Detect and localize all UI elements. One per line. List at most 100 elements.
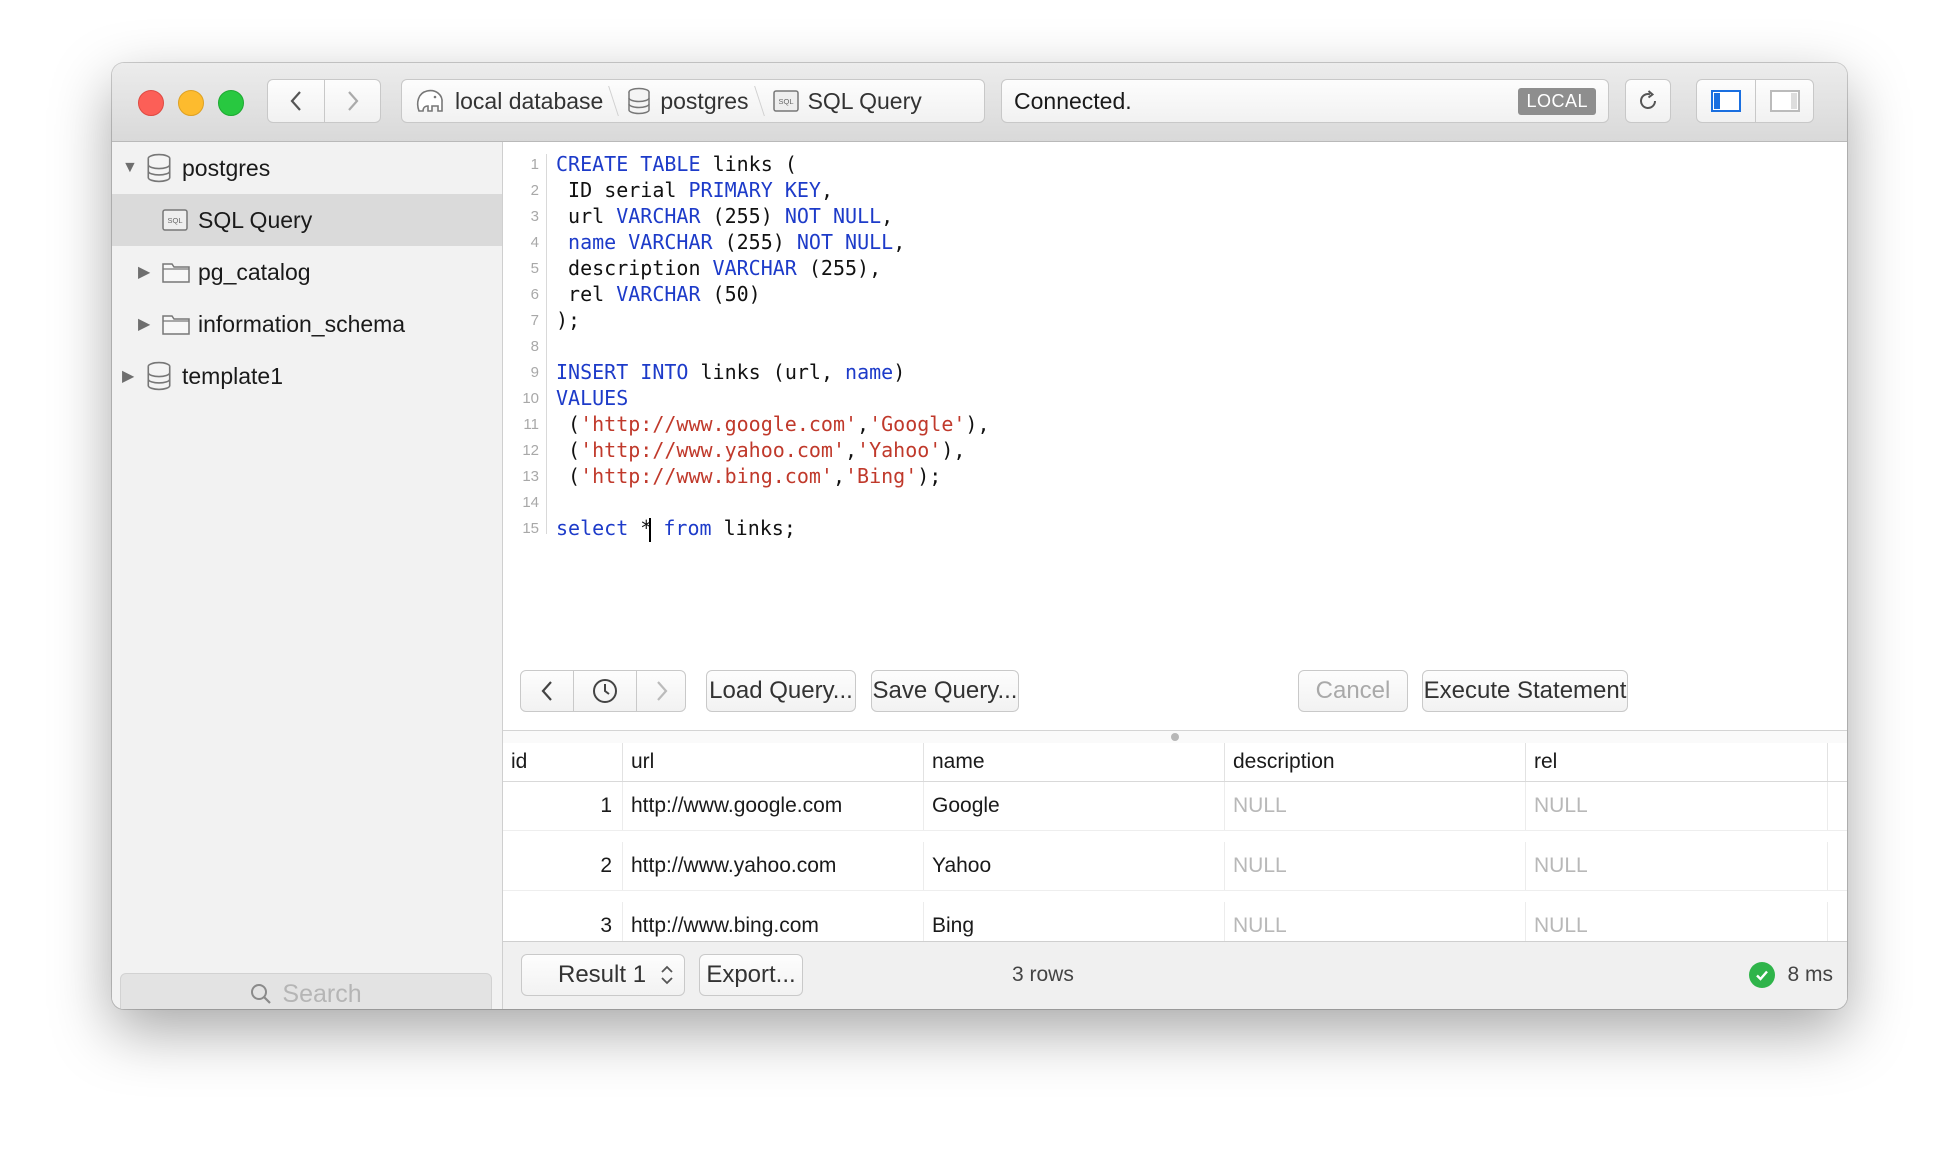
sidebar-item-pg-catalog[interactable]: ▶ pg_catalog [112, 246, 502, 298]
cell-description[interactable]: NULL [1225, 842, 1526, 890]
save-query-label: Save Query... [872, 677, 1018, 704]
back-button[interactable] [268, 80, 325, 122]
code-text: ('http://www.google.com','Google'), [556, 412, 990, 436]
code-text: select * from links; [556, 516, 796, 542]
line-number: 5 [530, 260, 539, 277]
title-bar: local database postgres SQL SQL Query Co… [112, 63, 1847, 142]
chevron-right-icon [348, 91, 359, 111]
export-button[interactable]: Export... [699, 954, 803, 996]
cell-id[interactable]: 2 [503, 842, 623, 890]
search-field[interactable]: Search [120, 973, 492, 1009]
sidebar-item-label: postgres [182, 154, 271, 181]
code-line[interactable]: 2 ID serial PRIMARY KEY, [503, 178, 1403, 204]
sidebar-item-information-schema[interactable]: ▶ information_schema [112, 298, 502, 350]
code-line[interactable]: 14 [503, 490, 1403, 516]
execution-time: 8 ms [1787, 963, 1833, 986]
database-icon [147, 153, 171, 183]
history-forward-button[interactable] [637, 671, 687, 711]
column-header-description[interactable]: description [1225, 743, 1526, 781]
search-placeholder: Search [282, 979, 362, 1008]
row-count: 3 rows [1012, 963, 1074, 986]
line-number: 14 [522, 494, 539, 511]
disclosure-expanded-icon[interactable]: ▼ [122, 159, 138, 177]
cell-rel[interactable]: NULL [1526, 782, 1828, 830]
code-line[interactable]: 11 ('http://www.google.com','Google'), [503, 412, 1403, 438]
execute-statement-button[interactable]: Execute Statement [1422, 670, 1628, 712]
toggle-right-panel-button[interactable] [1756, 80, 1814, 122]
line-number: 2 [530, 182, 539, 199]
column-header-rel[interactable]: rel [1526, 743, 1828, 781]
toggle-sidebar-button[interactable] [1697, 80, 1756, 122]
load-query-button[interactable]: Load Query... [706, 670, 856, 712]
code-line[interactable]: 10 VALUES [503, 386, 1403, 412]
forward-button[interactable] [325, 80, 381, 122]
panel-toggle-control [1696, 79, 1814, 123]
code-line[interactable]: 8 [503, 334, 1403, 360]
line-number: 15 [522, 520, 539, 537]
sidebar-item-sql-query[interactable]: SQL SQL Query [112, 194, 502, 246]
clock-icon [593, 679, 617, 703]
code-line[interactable]: 9 INSERT INTO links (url, name) [503, 360, 1403, 386]
line-number: 8 [530, 338, 539, 355]
drag-handle-icon[interactable] [1171, 733, 1179, 741]
breadcrumb-item-postgres[interactable]: postgres [615, 80, 760, 122]
history-button[interactable] [574, 671, 637, 711]
refresh-button[interactable] [1625, 79, 1671, 123]
column-header-url[interactable]: url [623, 743, 924, 781]
folder-icon [162, 263, 190, 283]
code-text: INSERT INTO links (url, name) [556, 360, 906, 384]
breadcrumb-item-sql-query[interactable]: SQL SQL Query [761, 80, 934, 122]
cell-name[interactable]: Google [924, 782, 1225, 830]
cell-name[interactable]: Yahoo [924, 842, 1225, 890]
cell-url[interactable]: http://www.google.com [623, 782, 924, 830]
chevron-left-icon [541, 681, 552, 701]
close-window-button[interactable] [138, 90, 164, 116]
breadcrumb-item-local-database[interactable]: local database [402, 80, 615, 122]
sidebar-left-icon [1711, 90, 1741, 112]
history-back-button[interactable] [521, 671, 574, 711]
cell-id[interactable]: 1 [503, 782, 623, 830]
result-selector[interactable]: Result 1 [521, 954, 685, 996]
svg-text:SQL: SQL [167, 216, 182, 225]
cell-rel[interactable]: NULL [1526, 842, 1828, 890]
line-number: 9 [530, 364, 539, 381]
refresh-icon [1640, 90, 1656, 109]
cell-description[interactable]: NULL [1225, 782, 1526, 830]
table-row[interactable]: 2 http://www.yahoo.com Yahoo NULL NULL [503, 842, 1847, 891]
code-line[interactable]: 5 description VARCHAR (255), [503, 256, 1403, 282]
cancel-button[interactable]: Cancel [1298, 670, 1408, 712]
line-number: 4 [530, 234, 539, 251]
code-text: url VARCHAR (255) NOT NULL, [568, 204, 894, 228]
status-badge: LOCAL [1518, 87, 1596, 115]
sidebar-item-postgres[interactable]: ▼ postgres [112, 142, 502, 194]
line-number: 3 [530, 208, 539, 225]
zoom-window-button[interactable] [218, 90, 244, 116]
code-line[interactable]: 13 ('http://www.bing.com','Bing'); [503, 464, 1403, 490]
sidebar-item-label: template1 [182, 362, 284, 389]
cell-url[interactable]: http://www.yahoo.com [623, 842, 924, 890]
export-label: Export... [706, 961, 796, 988]
code-line[interactable]: 15 select * from links; [503, 516, 1403, 542]
minimize-window-button[interactable] [178, 90, 204, 116]
code-line[interactable]: 1 CREATE TABLE links ( [503, 152, 1403, 178]
save-query-button[interactable]: Save Query... [871, 670, 1019, 712]
disclosure-collapsed-icon[interactable]: ▶ [138, 314, 150, 334]
sql-editor[interactable]: 1 CREATE TABLE links (2 ID serial PRIMARY… [503, 142, 1847, 582]
code-line[interactable]: 6 rel VARCHAR (50) [503, 282, 1403, 308]
column-header-name[interactable]: name [924, 743, 1225, 781]
disclosure-collapsed-icon[interactable]: ▶ [138, 262, 150, 282]
code-text: ); [556, 308, 581, 332]
code-line[interactable]: 4 name VARCHAR (255) NOT NULL, [503, 230, 1403, 256]
code-line[interactable]: 12 ('http://www.yahoo.com','Yahoo'), [503, 438, 1403, 464]
column-header-id[interactable]: id [503, 743, 623, 781]
code-line[interactable]: 3 url VARCHAR (255) NOT NULL, [503, 204, 1403, 230]
elephant-icon [416, 89, 443, 112]
sql-file-icon: SQL [772, 90, 799, 112]
code-line[interactable]: 7); [503, 308, 1403, 334]
breadcrumb-label: SQL Query [807, 87, 922, 114]
table-row[interactable]: 1 http://www.google.com Google NULL NULL [503, 782, 1847, 831]
split-view-divider[interactable] [503, 730, 1847, 744]
disclosure-collapsed-icon[interactable]: ▶ [122, 366, 134, 386]
sidebar-item-template1[interactable]: ▶ template1 [112, 350, 502, 402]
line-number: 11 [523, 416, 539, 433]
